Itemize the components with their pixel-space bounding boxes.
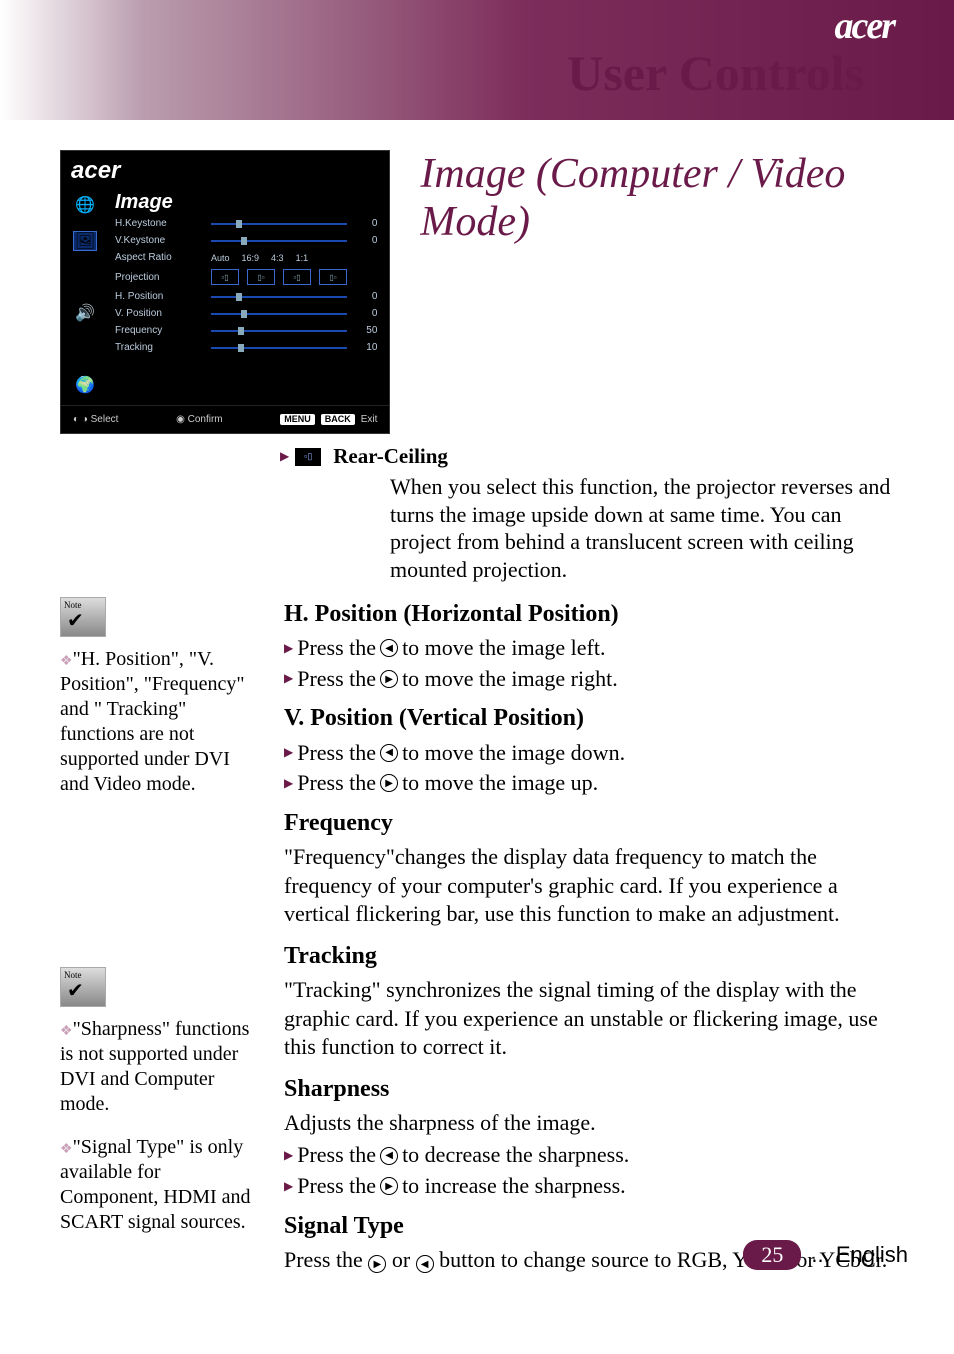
heading-h-position: H. Position (Horizontal Position) bbox=[284, 599, 894, 630]
section-title: Image (Computer / Video Mode) bbox=[420, 150, 894, 247]
language-label: ... English bbox=[811, 1242, 908, 1268]
osd-slider bbox=[211, 240, 347, 242]
paragraph: "Tracking" synchronizes the signal timin… bbox=[284, 976, 894, 1062]
osd-slider bbox=[211, 330, 347, 332]
left-arrow-icon: ◀ bbox=[416, 1255, 434, 1273]
note-text: "Sharpness" functions is not supported u… bbox=[60, 1018, 249, 1115]
note-icon: ✔ bbox=[60, 967, 106, 1007]
note-text: "Signal Type" is only available for Comp… bbox=[60, 1136, 251, 1233]
osd-sidebar: 🌐 🖼 ✳ 🔊 ⏱ 🌍 bbox=[61, 185, 109, 405]
heading-v-position: V. Position (Vertical Position) bbox=[284, 703, 894, 734]
diamond-bullet-icon: ❖ bbox=[60, 1024, 73, 1039]
osd-brand: acer bbox=[61, 157, 389, 185]
page-number: 25 bbox=[743, 1240, 801, 1270]
paragraph: "Frequency"changes the display data freq… bbox=[284, 843, 894, 929]
bullet-triangle-icon: ▶ bbox=[284, 1148, 293, 1164]
osd-value: 10 bbox=[355, 342, 377, 353]
right-arrow-icon: ▶ bbox=[368, 1255, 386, 1273]
osd-slider bbox=[211, 223, 347, 225]
osd-tab-language-icon: 🌍 bbox=[73, 375, 97, 395]
osd-label: Tracking bbox=[115, 342, 203, 353]
osd-label: H. Position bbox=[115, 291, 203, 302]
diamond-bullet-icon: ❖ bbox=[60, 654, 73, 669]
heading-frequency: Frequency bbox=[284, 808, 894, 839]
rear-ceiling-icon: ▫▯ bbox=[295, 448, 321, 466]
left-arrow-icon: ◀ bbox=[380, 744, 398, 762]
bullet-triangle-icon: ▶ bbox=[284, 671, 293, 687]
osd-tab-timer-icon: ⏱ bbox=[73, 339, 97, 359]
osd-value: 0 bbox=[355, 235, 377, 246]
right-arrow-icon: ▶ bbox=[380, 670, 398, 688]
feature-name: Rear-Ceiling bbox=[333, 444, 448, 469]
osd-label: V.Keystone bbox=[115, 235, 203, 246]
page-footer: 25 ... English bbox=[743, 1240, 908, 1270]
osd-value: 0 bbox=[355, 218, 377, 229]
osd-slider bbox=[211, 296, 347, 298]
page-title: User Controls bbox=[567, 44, 864, 102]
osd-label: Projection bbox=[115, 272, 203, 283]
osd-label: V. Position bbox=[115, 308, 203, 319]
bullet-triangle-icon: ▶ bbox=[280, 449, 289, 464]
bullet-triangle-icon: ▶ bbox=[284, 776, 293, 792]
bullet-triangle-icon: ▶ bbox=[284, 641, 293, 657]
left-arrow-icon: ◀ bbox=[380, 639, 398, 657]
right-arrow-icon: ▶ bbox=[380, 774, 398, 792]
note-icon: ✔ bbox=[60, 597, 106, 637]
osd-tab-image-icon: 🖼 bbox=[73, 231, 97, 251]
heading-sharpness: Sharpness bbox=[284, 1074, 894, 1105]
bullet-triangle-icon: ▶ bbox=[284, 745, 293, 761]
osd-label: Frequency bbox=[115, 325, 203, 336]
osd-value: 50 bbox=[355, 325, 377, 336]
feature-description: When you select this function, the proje… bbox=[390, 473, 894, 583]
bullet-triangle-icon: ▶ bbox=[284, 1179, 293, 1195]
heading-tracking: Tracking bbox=[284, 941, 894, 972]
right-arrow-icon: ▶ bbox=[380, 1177, 398, 1195]
osd-title: Image bbox=[115, 191, 377, 214]
osd-footer: ◐ ◑ Select ◉ Confirm MENUBACKExit bbox=[61, 405, 389, 433]
osd-label: Aspect Ratio bbox=[115, 252, 203, 263]
notes-column: ✔ ❖"H. Position", "V. Position", "Freque… bbox=[60, 597, 260, 1286]
diamond-bullet-icon: ❖ bbox=[60, 1142, 73, 1157]
osd-value: 0 bbox=[355, 291, 377, 302]
note-text: "H. Position", "V. Position", "Frequency… bbox=[60, 648, 244, 795]
osd-slider bbox=[211, 313, 347, 315]
osd-label: H.Keystone bbox=[115, 218, 203, 229]
brand-logo: acer bbox=[834, 4, 894, 48]
osd-tab-color-icon: 🌐 bbox=[73, 195, 97, 215]
osd-panel: acer 🌐 🖼 ✳ 🔊 ⏱ 🌍 Image H.Keystone 0 V.Key… bbox=[60, 150, 390, 434]
osd-options: Auto16:94:31:1 bbox=[211, 253, 377, 263]
left-arrow-icon: ◀ bbox=[380, 1147, 398, 1165]
heading-signal-type: Signal Type bbox=[284, 1211, 894, 1242]
paragraph: Adjusts the sharpness of the image. bbox=[284, 1109, 894, 1138]
osd-tab-audio-icon: 🔊 bbox=[73, 303, 97, 323]
osd-slider bbox=[211, 347, 347, 349]
osd-value: 0 bbox=[355, 308, 377, 319]
osd-tab-management-icon: ✳ bbox=[73, 267, 97, 287]
content-column: H. Position (Horizontal Position) ▶Press… bbox=[284, 597, 894, 1286]
header-band: acer User Controls bbox=[0, 0, 954, 120]
osd-projection-icons: ▫▯▯▫▫▯▯▫ bbox=[211, 269, 377, 285]
